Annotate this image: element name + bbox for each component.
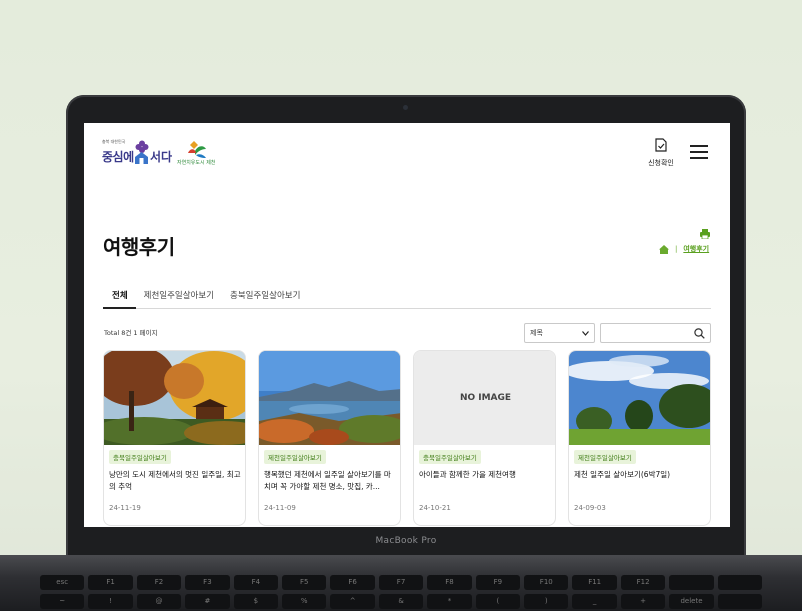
search-box	[600, 323, 711, 343]
breadcrumb: | 여행후기	[659, 244, 709, 254]
keyboard-key: #	[185, 594, 230, 609]
no-image-placeholder: NO IMAGE	[414, 351, 555, 445]
keyboard-key: F4	[233, 575, 279, 590]
keyboard-key: ~	[40, 594, 85, 609]
card-image-park-sky	[569, 351, 710, 445]
keyboard-key: _	[572, 594, 617, 609]
keyboard-key: F10	[524, 575, 569, 590]
card-title: 낭만의 도시 제천에서의 멋진 일주일, 최고의 추억	[109, 470, 241, 491]
house-emblem-icon	[135, 152, 148, 164]
keyboard-key	[717, 594, 763, 609]
home-icon[interactable]	[659, 244, 669, 254]
card-date: 24-11-09	[264, 504, 296, 512]
review-card[interactable]: 제천일주일살아보기 제천 일주일 살아보기(6박7일) 24-09-03	[568, 350, 711, 526]
keyboard-key: F12	[620, 575, 666, 590]
chevron-down-icon	[582, 330, 589, 336]
logo-text[interactable]: 중심에	[102, 148, 134, 165]
keyboard-key: %	[282, 594, 327, 609]
card-image-autumn-pavilion	[104, 351, 245, 445]
card-category-tag: 충북일주일살아보기	[109, 450, 171, 464]
keyboard-key: )	[524, 594, 569, 609]
keyboard-key: F9	[475, 575, 521, 590]
card-category-tag: 제천일주일살아보기	[264, 450, 326, 464]
search-field-select[interactable]: 제목	[524, 323, 595, 343]
keyboard-key: F11	[572, 575, 617, 590]
keyboard-key: F1	[88, 575, 133, 590]
keyboard-key: F8	[427, 575, 472, 590]
card-date: 24-11-19	[109, 504, 141, 512]
page-title: 여행후기	[103, 235, 175, 259]
category-tabs: 전체 제천일주일살아보기 충북일주일살아보기	[103, 289, 711, 309]
keyboard-key: esc	[40, 575, 85, 590]
document-check-icon	[655, 138, 667, 152]
logo-small-text: 충북 대한민국	[102, 139, 126, 144]
keyboard-key: delete	[669, 594, 714, 609]
logo-text-2: 서다	[150, 150, 173, 164]
keyboard-key: $	[233, 594, 279, 609]
apply-check-button[interactable]: 신청확인	[644, 137, 678, 168]
keyboard-key	[717, 575, 763, 590]
apply-check-label: 신청확인	[648, 159, 674, 167]
keyboard-key: F6	[330, 575, 375, 590]
keyboard-key: F2	[136, 575, 182, 590]
total-count: Total 8건 1 페이지	[104, 329, 158, 337]
search-input[interactable]	[606, 324, 691, 342]
review-card[interactable]: 충북일주일살아보기 낭만의 도시 제천에서의 멋진 일주일, 최고의 추억 24…	[103, 350, 246, 526]
search-field-value: 제목	[530, 329, 543, 337]
card-date: 24-09-03	[574, 504, 606, 512]
card-title: 제천 일주일 살아보기(6박7일)	[574, 470, 671, 479]
card-title: 행복했던 제천에서 일주일 살아보기를 마치며 꼭 가야할 제천 명소, 맛집,…	[264, 470, 391, 491]
keyboard-key: *	[427, 594, 472, 609]
keyboard-key: ^	[330, 594, 375, 609]
keyboard-key: !	[88, 594, 133, 609]
review-card[interactable]: NO IMAGE 충북일주일살아보기 아이들과 함께한 가을 제천여행 24-1…	[413, 350, 556, 526]
tab-all[interactable]: 전체	[103, 289, 136, 309]
tab-chungbuk-week[interactable]: 충북일주일살아보기	[222, 289, 308, 309]
camera-icon	[403, 105, 408, 110]
device-brand-label: MacBook Pro	[375, 536, 437, 546]
tab-jecheon-week[interactable]: 제천일주일살아보기	[136, 289, 222, 309]
keyboard-key: +	[620, 594, 666, 609]
browser-screen: 충북 대한민국 중심에 서다 자연치유도시 제천 신청확인 여행후기 | 여행후…	[84, 123, 730, 527]
breadcrumb-current[interactable]: 여행후기	[683, 244, 709, 254]
card-image-lake-view	[259, 351, 400, 445]
review-card[interactable]: 제천일주일살아보기 행복했던 제천에서 일주일 살아보기를 마치며 꼭 가야할 …	[258, 350, 401, 526]
keyboard-key: F7	[378, 575, 424, 590]
keyboard-key	[669, 575, 714, 590]
site-header: 충북 대한민국 중심에 서다 자연치유도시 제천 신청확인	[84, 123, 730, 185]
keyboard-key: F5	[282, 575, 327, 590]
keyboard-key: F3	[185, 575, 230, 590]
card-title: 아이들과 함께한 가을 제천여행	[419, 470, 516, 479]
breadcrumb-separator: |	[675, 245, 678, 253]
search-icon[interactable]	[694, 328, 705, 339]
logo-2-text: 자연치유도시 제천	[177, 160, 216, 166]
hamburger-icon[interactable]	[690, 145, 708, 159]
card-category-tag: 제천일주일살아보기	[574, 450, 636, 464]
print-icon[interactable]	[700, 229, 710, 239]
card-date: 24-10-21	[419, 504, 451, 512]
card-category-tag: 충북일주일살아보기	[419, 450, 481, 464]
keyboard-row-2: ~ ! @ # $ % ^ & * ( ) _ + delete	[40, 594, 763, 611]
keyboard-key: @	[136, 594, 182, 609]
keyboard-key: &	[378, 594, 424, 609]
keyboard-key: (	[475, 594, 521, 609]
